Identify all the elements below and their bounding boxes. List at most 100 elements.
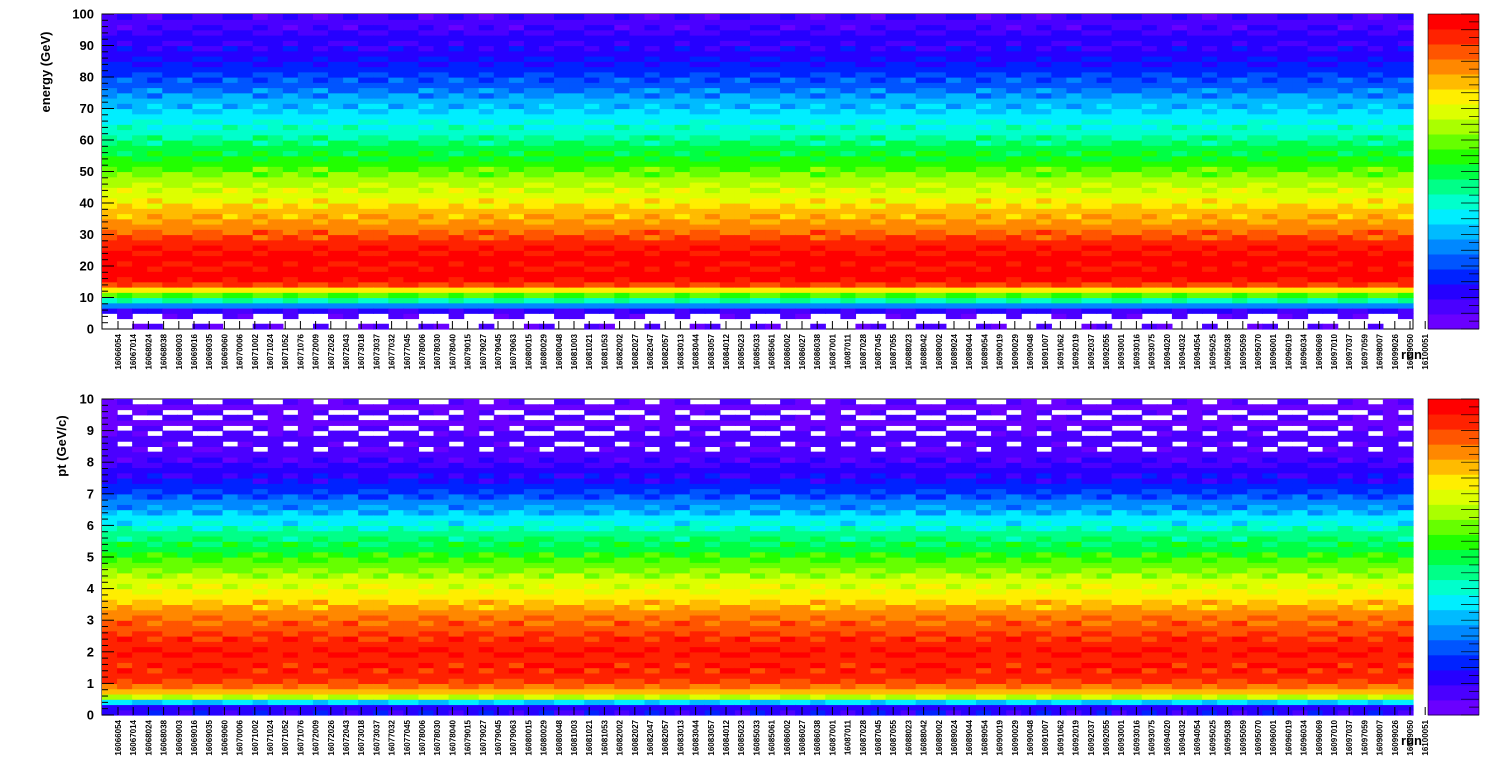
heatmap-cell xyxy=(749,234,766,241)
heatmap-cell xyxy=(1081,19,1098,26)
heatmap-cell xyxy=(1217,150,1233,157)
heatmap-cell xyxy=(222,35,239,41)
heatmap-cell xyxy=(267,155,284,162)
heatmap-cell xyxy=(1171,134,1188,141)
heatmap-cell xyxy=(644,113,661,120)
heatmap-cell xyxy=(991,150,1007,157)
heatmap-cell xyxy=(704,208,721,215)
heatmap-cell xyxy=(463,308,480,314)
heatmap-cell xyxy=(840,245,857,251)
heatmap-cell xyxy=(1262,150,1278,157)
heatmap-cell xyxy=(1021,239,1037,246)
heatmap-cell xyxy=(1036,271,1052,278)
heatmap-cell xyxy=(1367,161,1384,167)
heatmap-cell xyxy=(569,203,585,209)
heatmap-cell xyxy=(1232,19,1248,26)
heatmap-cell xyxy=(1171,187,1188,194)
heatmap-cell xyxy=(267,166,284,173)
heatmap-cell xyxy=(960,124,977,131)
heatmap-cell xyxy=(539,113,555,120)
heatmap-cell xyxy=(1307,61,1324,68)
heatmap-cell xyxy=(1096,66,1113,73)
heatmap-cell xyxy=(1126,87,1143,94)
heatmap-cell xyxy=(207,40,224,47)
heatmap-cell xyxy=(1171,281,1188,288)
heatmap-cell xyxy=(539,292,555,299)
heatmap-cell xyxy=(1337,176,1354,183)
heatmap-cell xyxy=(629,187,646,194)
heatmap-cell xyxy=(433,82,450,89)
heatmap-cell xyxy=(1292,129,1309,136)
heatmap-cell xyxy=(614,56,631,62)
heatmap-cell xyxy=(569,103,585,110)
heatmap-cell xyxy=(1066,229,1083,236)
heatmap-cell xyxy=(1081,255,1098,262)
heatmap-cell xyxy=(1232,292,1248,299)
heatmap-cell xyxy=(403,134,420,141)
heatmap-cell xyxy=(674,71,691,78)
heatmap-cell xyxy=(1171,292,1188,299)
heatmap-cell xyxy=(1186,292,1203,299)
heatmap-cell xyxy=(1186,140,1203,146)
heatmap-cell xyxy=(1156,203,1173,209)
heatmap-cell xyxy=(207,281,224,288)
heatmap-cell xyxy=(765,176,781,183)
heatmap-cell xyxy=(614,229,631,236)
heatmap-cell xyxy=(554,187,570,194)
heatmap-cell xyxy=(915,113,932,120)
heatmap-cell xyxy=(1322,129,1339,136)
heatmap-cell xyxy=(388,50,404,57)
heatmap-cell xyxy=(749,266,766,272)
heatmap-cell xyxy=(418,213,435,220)
heatmap-cell xyxy=(1111,171,1128,178)
heatmap-cell xyxy=(1156,77,1173,83)
heatmap-cell xyxy=(117,129,133,136)
heatmap-cell xyxy=(749,119,766,125)
heatmap-cell xyxy=(945,203,962,209)
heatmap-cell xyxy=(734,129,751,136)
heatmap-cell xyxy=(117,35,133,41)
heatmap-cell xyxy=(1141,297,1158,304)
heatmap-cell xyxy=(780,119,796,125)
heatmap-cell xyxy=(780,218,796,225)
heatmap-cell xyxy=(765,224,781,230)
heatmap-cell xyxy=(1262,103,1278,110)
heatmap-cell xyxy=(493,224,510,230)
heatmap-cell xyxy=(825,14,841,20)
heatmap-cell xyxy=(1021,87,1037,94)
heatmap-cell xyxy=(599,82,615,89)
heatmap-cell xyxy=(539,108,555,115)
heatmap-cell xyxy=(1141,276,1158,283)
heatmap-cell xyxy=(1156,213,1173,220)
heatmap-cell xyxy=(312,302,329,309)
heatmap-cell xyxy=(448,124,465,131)
heatmap-cell xyxy=(780,250,796,257)
heatmap-cell xyxy=(358,50,374,57)
heatmap-cell xyxy=(237,255,254,262)
heatmap-cell xyxy=(1111,250,1128,257)
heatmap-cell xyxy=(674,145,691,152)
heatmap-cell xyxy=(1006,276,1022,283)
heatmap-cell xyxy=(1186,19,1203,26)
heatmap-cell xyxy=(1081,208,1098,215)
heatmap-cell xyxy=(343,297,359,304)
heatmap-cell xyxy=(463,71,480,78)
heatmap-cell xyxy=(674,187,691,194)
heatmap-cell xyxy=(1156,155,1173,162)
heatmap-cell xyxy=(358,260,374,267)
heatmap-cell xyxy=(162,35,178,41)
heatmap-cell xyxy=(1141,250,1158,257)
heatmap-cell xyxy=(312,234,329,241)
heatmap-cell xyxy=(930,208,947,215)
heatmap-cell xyxy=(900,176,917,183)
heatmap-cell xyxy=(644,239,661,246)
heatmap-cell xyxy=(569,66,585,73)
heatmap-cell xyxy=(147,197,163,204)
heatmap-cell xyxy=(930,108,947,115)
heatmap-cell xyxy=(1262,98,1278,104)
heatmap-cell xyxy=(870,77,887,83)
heatmap-cell xyxy=(1307,229,1324,236)
heatmap-cell xyxy=(599,255,615,262)
heatmap-cell xyxy=(448,197,465,204)
heatmap-cell xyxy=(222,239,239,246)
